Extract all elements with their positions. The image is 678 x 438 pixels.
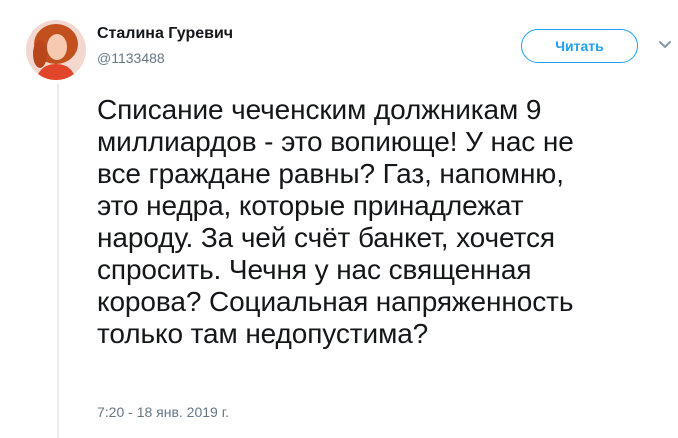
author-handle[interactable]: @1133488 [97,50,165,66]
avatar-photo [26,20,86,80]
tweet-timestamp[interactable]: 7:20 - 18 янв. 2019 г. [97,404,229,420]
follow-button[interactable]: Читать [521,29,638,63]
thread-line [57,84,59,438]
chevron-down-icon[interactable] [658,40,672,50]
avatar[interactable] [26,20,86,80]
author-name[interactable]: Сталина Гуревич [97,25,233,43]
tweet-text: Списание чеченским должникам 9 миллиардо… [97,94,574,349]
